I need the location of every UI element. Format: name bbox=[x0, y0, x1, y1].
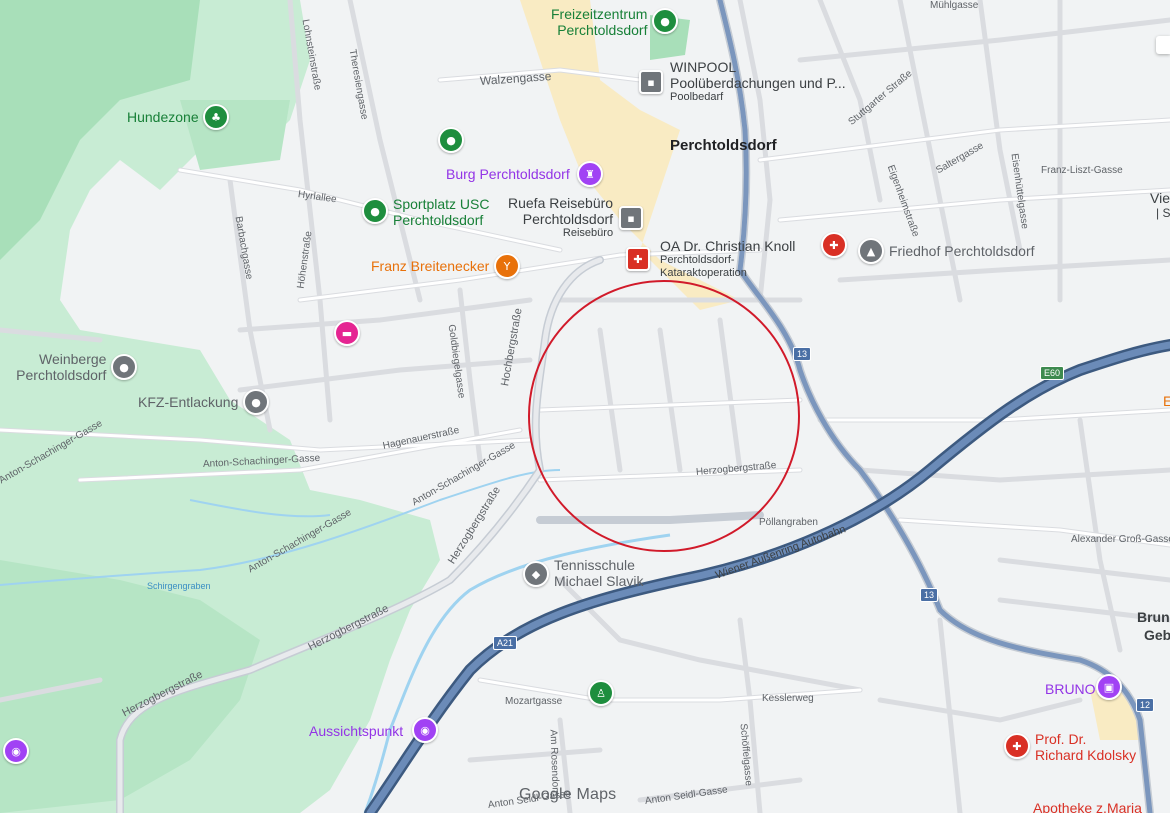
poi-burg[interactable]: Burg Perchtoldsdorf bbox=[446, 166, 570, 182]
store-icon[interactable]: ▪ bbox=[619, 206, 643, 230]
town-label[interactable]: Perchtoldsdorf bbox=[670, 137, 777, 154]
edge-label: | S bbox=[1156, 206, 1170, 220]
poi-apotheke[interactable]: Apotheke z.Maria bbox=[1033, 800, 1142, 813]
museum-icon[interactable]: ▣ bbox=[1096, 674, 1122, 700]
poi-tennisschule[interactable]: Tennisschule Michael Slavik bbox=[554, 557, 643, 589]
medical-icon[interactable]: ✚ bbox=[626, 247, 650, 271]
route-shield: E60 bbox=[1040, 366, 1065, 380]
route-shield: 13 bbox=[920, 588, 939, 602]
poi-breitenecker[interactable]: Franz Breitenecker bbox=[371, 258, 489, 274]
poi-kdolsky[interactable]: Prof. Dr. Richard Kdolsky bbox=[1035, 731, 1136, 763]
street-label: Mühlgasse bbox=[930, 0, 979, 11]
poi-sportplatz[interactable]: Sportplatz USC Perchtoldsdorf bbox=[393, 196, 489, 228]
pin-icon[interactable]: ● bbox=[243, 389, 269, 415]
cemetery-icon[interactable]: ▲ bbox=[858, 238, 884, 264]
stream-label: Schirgengraben bbox=[147, 581, 211, 591]
poi-weinberge[interactable]: Weinberge Perchtoldsdorf bbox=[13, 351, 106, 383]
sports-icon[interactable]: ● bbox=[362, 198, 388, 224]
poi-knoll[interactable]: OA Dr. Christian Knoll Perchtoldsdorf- Kat… bbox=[660, 238, 795, 279]
tree-icon[interactable]: ♣ bbox=[203, 104, 229, 130]
street-label: Franz-Liszt-Gasse bbox=[1041, 165, 1123, 176]
poi-friedhof[interactable]: Friedhof Perchtoldsdorf bbox=[889, 243, 1035, 259]
medical-icon[interactable]: ✚ bbox=[1004, 733, 1030, 759]
school-icon[interactable]: ◆ bbox=[523, 561, 549, 587]
sports-icon[interactable]: ● bbox=[438, 127, 464, 153]
map-canvas[interactable]: Perchtoldsdorf ● Freizeitzentrum Perchtol… bbox=[0, 0, 1170, 813]
poi-bruno[interactable]: BRUNO bbox=[1045, 681, 1096, 697]
edge-label: Geb bbox=[1144, 627, 1170, 643]
route-shield: A21 bbox=[493, 636, 518, 650]
medical-icon[interactable]: ✚ bbox=[821, 232, 847, 258]
fullscreen-button[interactable] bbox=[1156, 36, 1170, 54]
castle-icon[interactable]: ♜ bbox=[577, 161, 603, 187]
store-icon[interactable]: ▪ bbox=[639, 70, 663, 94]
pin-icon[interactable]: ● bbox=[111, 354, 137, 380]
street-label: Pöllangraben bbox=[759, 517, 818, 528]
route-shield: 12 bbox=[1136, 698, 1155, 712]
poi-aussichtspunkt[interactable]: Aussichtspunkt bbox=[309, 723, 403, 739]
camera-icon[interactable]: ◉ bbox=[3, 738, 29, 764]
park-icon[interactable]: ● bbox=[652, 8, 678, 34]
hotel-icon[interactable]: ▬ bbox=[334, 320, 360, 346]
poi-kfz[interactable]: KFZ-Entlackung bbox=[138, 394, 238, 410]
highlight-circle bbox=[528, 280, 800, 552]
route-shield: 13 bbox=[793, 347, 812, 361]
poi-winpool[interactable]: WINPOOL Poolüberdachungen und P... Poolbed… bbox=[670, 59, 846, 104]
street-label: Kesslerweg bbox=[762, 693, 814, 704]
camera-icon[interactable]: ◉ bbox=[412, 717, 438, 743]
street-label: Alexander Groß-Gasse bbox=[1071, 534, 1170, 545]
wine-icon[interactable]: Y bbox=[494, 253, 520, 279]
street-label: Mozartgasse bbox=[505, 696, 563, 707]
edge-label: E bbox=[1163, 393, 1170, 409]
poi-hundezone[interactable]: Hundezone bbox=[127, 109, 199, 125]
google-maps-watermark: Google Maps bbox=[519, 786, 617, 803]
poi-freizeitzentrum[interactable]: Freizeitzentrum Perchtoldsdorf bbox=[551, 6, 647, 38]
edge-label: Vie bbox=[1150, 190, 1170, 206]
poi-ruefa[interactable]: Ruefa Reisebüro Perchtoldsdorf Reisebüro bbox=[508, 195, 613, 240]
edge-label: Brun bbox=[1137, 609, 1170, 625]
playground-icon[interactable]: ♙ bbox=[588, 680, 614, 706]
